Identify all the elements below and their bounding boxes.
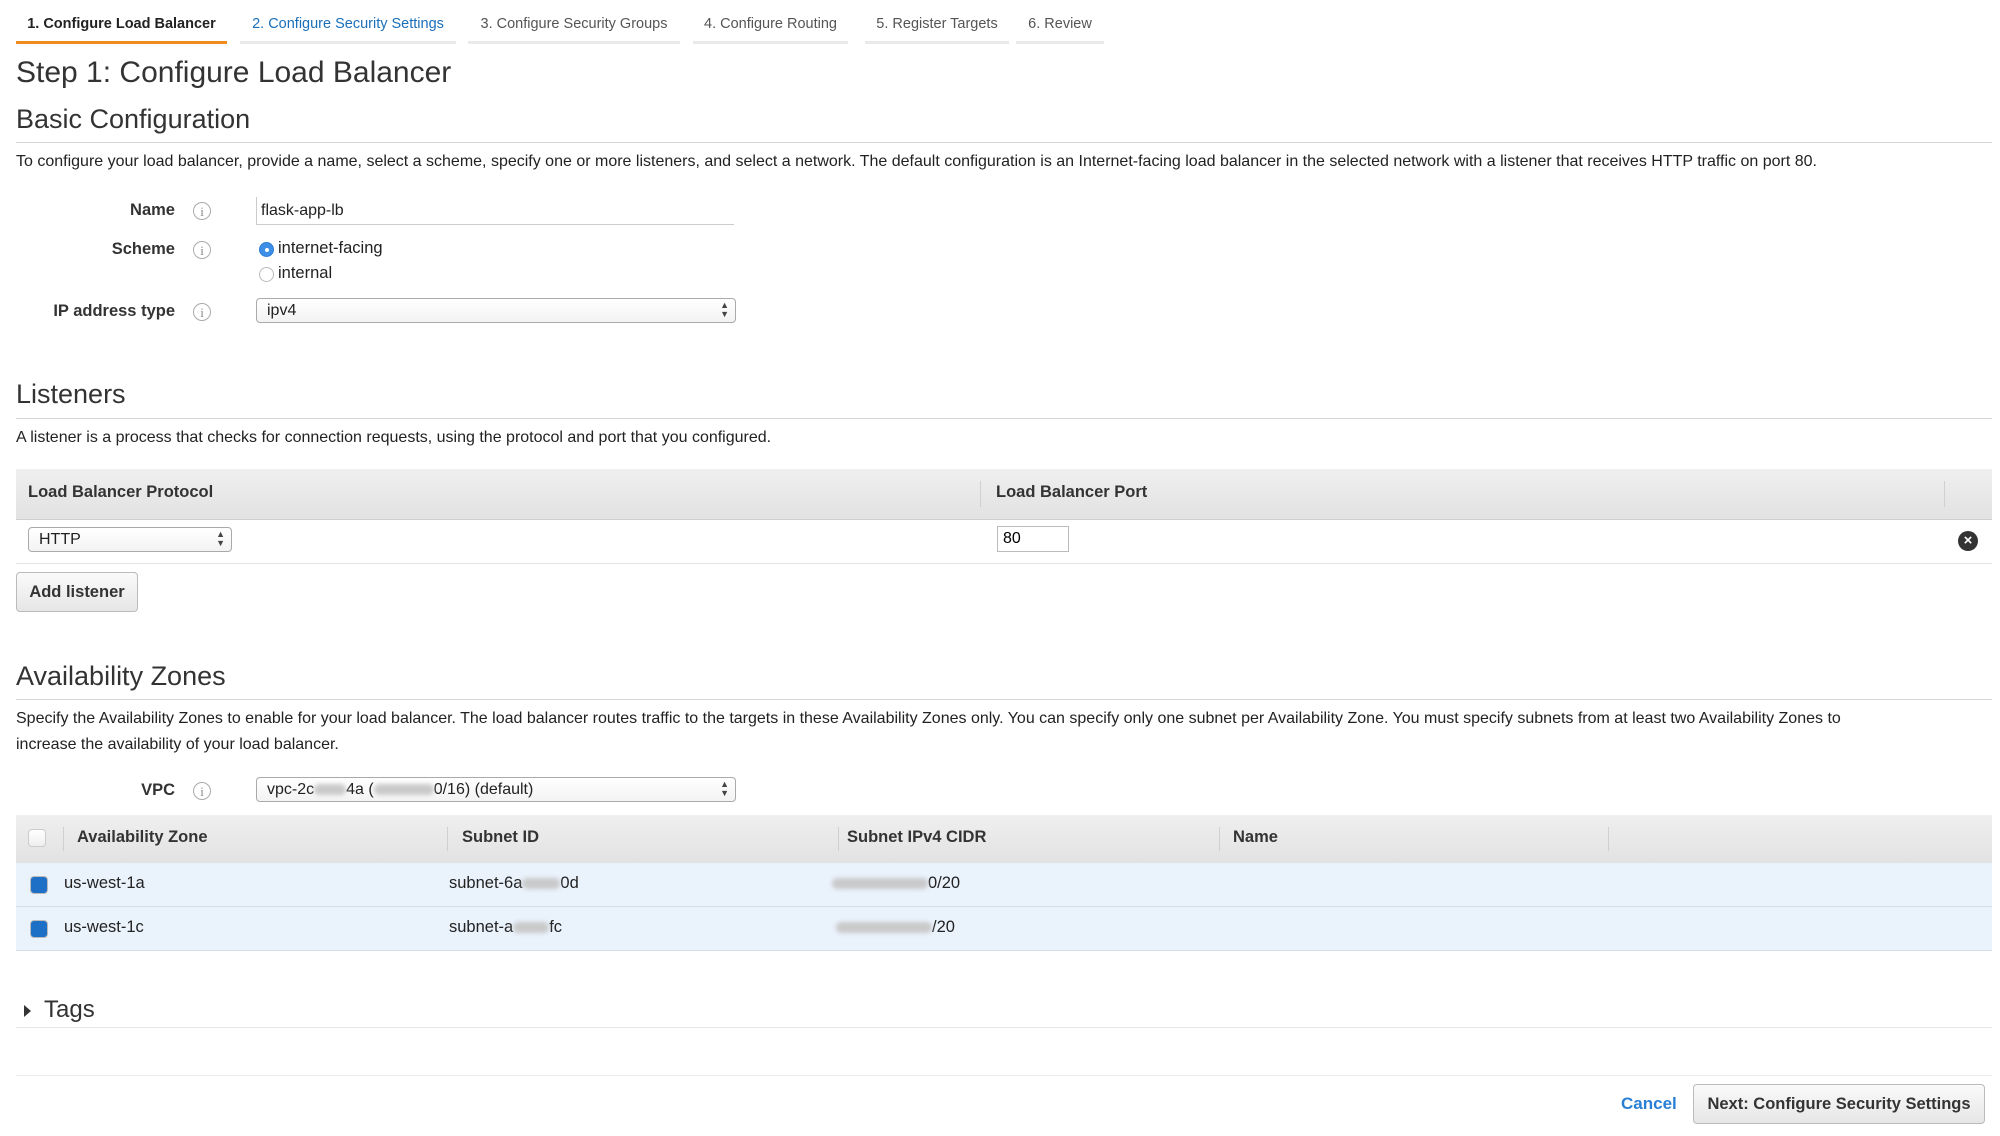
- cancel-link[interactable]: Cancel: [1621, 1094, 1677, 1114]
- info-icon[interactable]: i: [193, 303, 211, 321]
- availability-zones-heading: Availability Zones: [16, 661, 226, 691]
- tab-configure-load-balancer[interactable]: 1. Configure Load Balancer: [16, 0, 227, 44]
- vpc-label: VPC: [141, 781, 175, 799]
- column-separator: [838, 827, 839, 851]
- cidr-cell: /20: [836, 918, 955, 937]
- basic-description: To configure your load balancer, provide…: [16, 153, 1817, 170]
- scheme-internal-radio[interactable]: [259, 267, 274, 282]
- tab-configure-security-groups[interactable]: 3. Configure Security Groups: [468, 0, 680, 44]
- scheme-internal-label[interactable]: internal: [278, 264, 332, 283]
- column-header-subnet-id: Subnet ID: [462, 828, 539, 846]
- column-header-port: Load Balancer Port: [996, 483, 1148, 501]
- select-arrows-icon: ▲ ▼: [720, 300, 729, 319]
- vpc-id-prefix: vpc-2c: [267, 781, 315, 798]
- subnet-checkbox[interactable]: [30, 876, 48, 894]
- subnet-id-suffix: 0d: [560, 874, 579, 892]
- info-icon[interactable]: i: [193, 241, 211, 259]
- column-separator: [1944, 481, 1945, 507]
- redacted-text: [513, 922, 550, 934]
- column-separator: [1608, 827, 1609, 851]
- vpc-select[interactable]: vpc-2c 4a ( 0/16) (default) ▲ ▼: [256, 777, 736, 802]
- ip-address-type-label: IP address type: [53, 302, 175, 320]
- listeners-description: A listener is a process that checks for …: [16, 429, 772, 446]
- listeners-heading: Listeners: [16, 379, 126, 409]
- column-header-name: Name: [1233, 828, 1278, 846]
- subnet-row[interactable]: us-west-1a subnet-6a 0d 0/20: [16, 863, 1992, 907]
- caret-right-icon: [24, 1005, 31, 1017]
- subnet-id-prefix: subnet-a: [449, 918, 514, 936]
- az-description-line2: increase the availability of your load b…: [16, 736, 339, 753]
- redacted-text: [832, 878, 928, 890]
- remove-listener-icon[interactable]: ×: [1958, 531, 1978, 551]
- tab-register-targets[interactable]: 5. Register Targets: [865, 0, 1009, 44]
- tab-review[interactable]: 6. Review: [1016, 0, 1104, 44]
- name-label: Name: [130, 201, 175, 219]
- scheme-internet-facing-radio[interactable]: [259, 242, 274, 257]
- column-separator: [447, 827, 448, 851]
- protocol-value: HTTP: [39, 531, 81, 548]
- scheme-label: Scheme: [111, 240, 175, 258]
- tab-configure-routing[interactable]: 4. Configure Routing: [693, 0, 848, 44]
- zone-cell: us-west-1a: [64, 874, 145, 892]
- subnet-id-cell: subnet-6a 0d: [449, 874, 579, 893]
- redacted-text: [314, 784, 347, 796]
- zone-cell: us-west-1c: [64, 918, 144, 936]
- cidr-cell: 0/20: [832, 874, 960, 893]
- listeners-table-header: Load Balancer Protocol Load Balancer Por…: [16, 469, 1992, 520]
- column-header-protocol: Load Balancer Protocol: [28, 483, 214, 501]
- basic-configuration-heading: Basic Configuration: [16, 104, 251, 134]
- ip-address-type-value: ipv4: [267, 302, 297, 319]
- column-separator: [1219, 827, 1220, 851]
- divider: [16, 699, 1992, 700]
- subnet-row[interactable]: us-west-1c subnet-a fc /20: [16, 907, 1992, 951]
- tab-configure-security-settings[interactable]: 2. Configure Security Settings: [240, 0, 456, 44]
- subnets-table-header: Availability Zone Subnet ID Subnet IPv4 …: [16, 815, 1992, 864]
- redacted-text: [373, 784, 434, 796]
- column-separator: [980, 481, 981, 507]
- scheme-internet-facing-label[interactable]: internet-facing: [278, 239, 383, 258]
- ip-address-type-select[interactable]: ipv4 ▲ ▼: [256, 298, 736, 323]
- add-listener-button[interactable]: Add listener: [16, 572, 138, 612]
- select-all-checkbox[interactable]: [28, 829, 46, 847]
- az-description-line1: Specify the Availability Zones to enable…: [16, 710, 1841, 727]
- cidr-suffix: /20: [932, 918, 955, 936]
- info-icon[interactable]: i: [193, 202, 211, 220]
- info-icon[interactable]: i: [193, 782, 211, 800]
- tags-toggle[interactable]: Tags: [16, 996, 216, 1028]
- az-description: Specify the Availability Zones to enable…: [16, 706, 1970, 758]
- divider: [16, 1027, 1992, 1028]
- redacted-text: [522, 878, 561, 890]
- vpc-cidr-suffix: 0/16) (default): [433, 781, 534, 798]
- select-arrows-icon: ▲ ▼: [216, 529, 225, 548]
- subnet-checkbox[interactable]: [30, 920, 48, 938]
- tags-heading: Tags: [44, 996, 95, 1023]
- vpc-value: vpc-2c 4a ( 0/16) (default): [267, 781, 533, 798]
- port-input[interactable]: [997, 526, 1069, 552]
- vpc-id-suffix: 4a (: [346, 781, 374, 798]
- subnet-id-prefix: subnet-6a: [449, 874, 523, 892]
- column-separator: [63, 827, 64, 851]
- subnet-id-cell: subnet-a fc: [449, 918, 562, 937]
- select-arrows-icon: ▲ ▼: [720, 779, 729, 798]
- divider: [16, 418, 1992, 419]
- column-header-subnet-cidr: Subnet IPv4 CIDR: [847, 828, 987, 846]
- divider: [16, 1075, 1992, 1076]
- protocol-select[interactable]: HTTP ▲ ▼: [28, 527, 232, 552]
- name-input[interactable]: [256, 197, 734, 225]
- column-header-availability-zone: Availability Zone: [77, 828, 208, 846]
- subnet-id-suffix: fc: [549, 918, 563, 936]
- cidr-suffix: 0/20: [928, 874, 961, 892]
- next-configure-security-settings-button[interactable]: Next: Configure Security Settings: [1693, 1084, 1985, 1124]
- divider: [16, 142, 1992, 143]
- page-title: Step 1: Configure Load Balancer: [16, 56, 452, 89]
- redacted-text: [836, 922, 932, 934]
